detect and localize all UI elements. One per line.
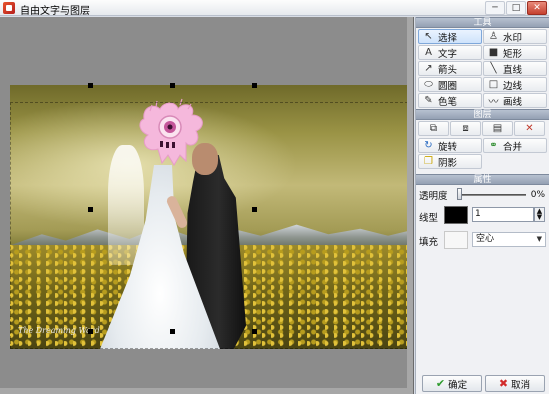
- wedding-photo[interactable]: The Dreaming Ward: [10, 85, 408, 349]
- window-title: 自由文字与图层: [20, 6, 90, 17]
- tool-label: 箭头: [438, 64, 458, 76]
- fill-mode-value: 空心: [476, 234, 495, 244]
- cross-icon: ✖: [498, 377, 509, 390]
- fill-color-swatch[interactable]: [444, 231, 468, 249]
- border-icon: □: [488, 79, 499, 90]
- tool-button-border[interactable]: □ 边线: [483, 77, 547, 92]
- tool-label: 直线: [503, 64, 523, 76]
- tool-button-text[interactable]: A 文字: [418, 45, 482, 60]
- opacity-label: 透明度: [419, 191, 448, 202]
- shadow-button[interactable]: ❐ 阴影: [418, 154, 482, 169]
- tool-button-rectangle[interactable]: ■ 矩形: [483, 45, 547, 60]
- rectangle-icon: ■: [488, 47, 499, 58]
- layer-action-button[interactable]: ⧉: [418, 121, 449, 136]
- freehand-icon: 〰: [488, 97, 499, 108]
- line-row: 线型 1 ▲ ▼: [416, 205, 549, 229]
- tool-label: 矩形: [503, 48, 523, 60]
- layer-button-grid: ↻ 旋转 ⚭ 合并 ❐ 阴影: [416, 137, 549, 170]
- ok-button[interactable]: ✔ 确定: [421, 375, 482, 392]
- check-icon: ✔: [435, 377, 446, 390]
- opacity-slider-thumb[interactable]: [457, 188, 462, 200]
- delete-icon: ✕: [525, 123, 534, 134]
- maximize-button[interactable]: □: [506, 1, 526, 15]
- text-icon: A: [425, 47, 432, 58]
- line-color-swatch[interactable]: [444, 206, 468, 224]
- pen-icon: ✎: [424, 95, 433, 106]
- tool-label: 画线: [503, 96, 523, 108]
- merge-button[interactable]: ⚭ 合并: [483, 138, 547, 153]
- delete-layer-button[interactable]: ✕: [514, 121, 545, 136]
- opacity-slider-track[interactable]: [458, 194, 526, 196]
- resize-handle-s[interactable]: [170, 329, 175, 334]
- tool-label: 选择: [438, 32, 458, 44]
- tools-header: 工具: [416, 17, 549, 28]
- merge-label: 合并: [503, 141, 523, 153]
- window-controls: ─ □ ✕: [485, 1, 547, 15]
- tool-button-pen[interactable]: ✎ 色笔: [418, 93, 482, 108]
- rotate-label: 旋转: [438, 141, 458, 153]
- tools-grid: ↖ 选择 ♙ 水印 A 文字 ■ 矩形 ↗ 箭头 ╲ 直线 ⬭ 圆圈 □ 边线 ✎ 色笔 〰画线: [416, 28, 549, 109]
- line-label: 线型: [419, 213, 439, 224]
- resize-handle-e[interactable]: [252, 207, 257, 212]
- tool-label: 水印: [503, 32, 523, 44]
- canvas-area[interactable]: The Dreaming Ward: [0, 17, 414, 394]
- shadow-icon: ❐: [424, 156, 433, 167]
- line-width-spinner[interactable]: ▲ ▼: [534, 207, 545, 222]
- shadow-label: 阴影: [438, 157, 458, 169]
- ellipse-icon: ⬭: [424, 79, 433, 90]
- resize-handle-ne[interactable]: [252, 83, 257, 88]
- tool-button-line[interactable]: ╲ 直线: [483, 61, 547, 76]
- tool-label: 色笔: [438, 96, 458, 108]
- tool-label: 圆圈: [438, 80, 458, 92]
- resize-handle-se[interactable]: [252, 329, 257, 334]
- resize-handle-n[interactable]: [170, 83, 175, 88]
- layer-action-button[interactable]: ▤: [482, 121, 513, 136]
- line-width-input[interactable]: 1: [472, 207, 534, 222]
- resize-handle-sw[interactable]: [88, 329, 93, 334]
- fill-mode-select[interactable]: 空心 ▼: [472, 232, 546, 247]
- chevron-down-icon: ▼: [536, 235, 542, 243]
- rotate-icon: ↻: [424, 140, 433, 151]
- layer-action-button[interactable]: ⧈: [450, 121, 481, 136]
- cancel-label: 取消: [511, 379, 531, 391]
- arrow-icon: ↗: [424, 63, 433, 74]
- layer-icon-row: ⧉ ⧈ ▤ ✕: [416, 120, 549, 137]
- resize-handle-w[interactable]: [88, 207, 93, 212]
- stamp-icon: ♙: [489, 31, 498, 42]
- minimize-button[interactable]: ─: [485, 1, 505, 15]
- tool-button-ellipse[interactable]: ⬭ 圆圈: [418, 77, 482, 92]
- tool-panel: 工具 ↖ 选择 ♙ 水印 A 文字 ■ 矩形 ↗ 箭头 ╲ 直线 ⬭ 圆圈 □ 边线 ✎ 色笔 〰画线 图层 ⧉ ⧈…: [415, 17, 549, 394]
- tool-label: 边线: [503, 80, 523, 92]
- rotate-button[interactable]: ↻ 旋转: [418, 138, 482, 153]
- fill-label: 填充: [419, 237, 439, 248]
- title-bar: 自由文字与图层 ─ □ ✕: [0, 0, 549, 17]
- send-backward-icon: ⧈: [462, 123, 469, 134]
- fill-row: 填充 空心 ▼: [416, 229, 549, 253]
- horizontal-scrollbar[interactable]: [0, 388, 413, 394]
- close-button[interactable]: ✕: [527, 1, 547, 15]
- resize-handle-nw[interactable]: [88, 83, 93, 88]
- app-icon: [3, 2, 15, 14]
- tool-button-arrow[interactable]: ↗ 箭头: [418, 61, 482, 76]
- bring-forward-icon: ⧉: [429, 123, 438, 134]
- cursor-icon: ↖: [424, 31, 433, 42]
- tool-button-stamp[interactable]: ♙ 水印: [483, 29, 547, 44]
- tool-button-freehand[interactable]: 〰画线: [483, 93, 547, 108]
- cancel-button[interactable]: ✖ 取消: [484, 375, 545, 392]
- ok-label: 确定: [448, 379, 468, 391]
- layers-header: 图层: [416, 109, 549, 120]
- properties-header: 属性: [416, 174, 549, 185]
- vertical-scrollbar[interactable]: [407, 17, 413, 394]
- dialog-footer: ✔ 确定 ✖ 取消: [416, 375, 549, 392]
- opacity-row: 透明度 0%: [416, 185, 549, 205]
- tool-button-cursor[interactable]: ↖ 选择: [418, 29, 482, 44]
- merge-icon: ⚭: [489, 140, 498, 151]
- line-icon: ╲: [490, 63, 497, 74]
- opacity-value: 0%: [530, 190, 545, 200]
- tool-label: 文字: [438, 48, 458, 60]
- pink-monster-sticker[interactable]: [136, 97, 210, 167]
- copy-layer-icon: ▤: [492, 123, 503, 134]
